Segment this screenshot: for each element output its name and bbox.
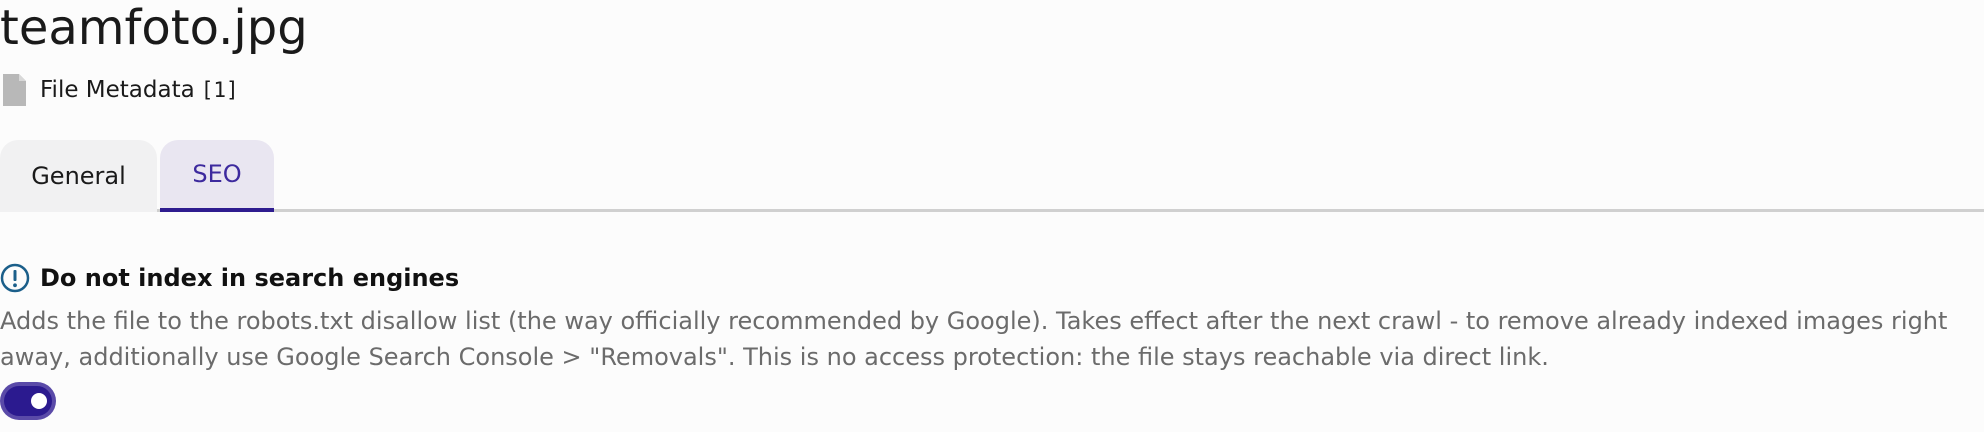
- record-count: [1]: [200, 78, 239, 102]
- toggle-track: [4, 386, 52, 416]
- tab-bar: General SEO: [0, 140, 1984, 212]
- record-type-name: File Metadata: [40, 77, 195, 103]
- tab-general[interactable]: General: [0, 140, 157, 212]
- page-title: teamfoto.jpg: [0, 0, 308, 56]
- setting-description: Adds the file to the robots.txt disallow…: [0, 307, 1948, 371]
- info-circle-icon: [0, 263, 30, 293]
- tab-seo[interactable]: SEO: [160, 140, 274, 212]
- setting-header: Do not index in search engines: [0, 262, 459, 294]
- record-type-label: File Metadata [1]: [40, 77, 239, 103]
- toggle-knob: [31, 393, 47, 409]
- setting-title: Do not index in search engines: [40, 264, 460, 292]
- file-icon: [3, 74, 26, 106]
- noindex-toggle[interactable]: [0, 382, 56, 420]
- file-metadata-page: teamfoto.jpg File Metadata [1] General SE…: [0, 0, 1984, 432]
- record-type-indicator: File Metadata [1]: [0, 72, 239, 108]
